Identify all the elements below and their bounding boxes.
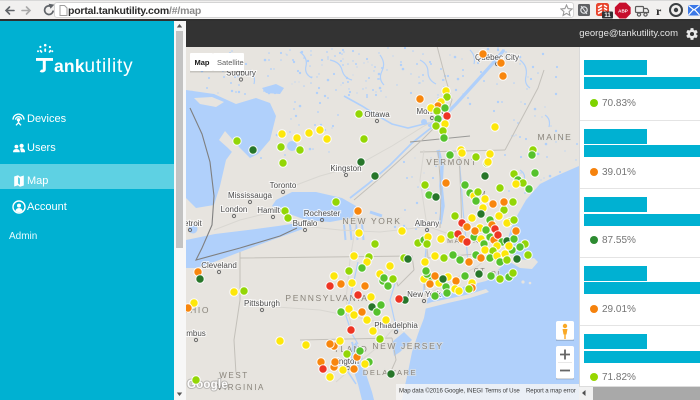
svg-text:Map data ©2016 Google, INEGI: Map data ©2016 Google, INEGI bbox=[399, 388, 483, 395]
svg-text:mbus: mbus bbox=[186, 329, 206, 338]
svg-text:Detroit: Detroit bbox=[186, 219, 203, 228]
svg-text:Report a map error: Report a map error bbox=[526, 388, 576, 395]
svg-text:11: 11 bbox=[604, 13, 611, 19]
svg-text:Map: Map bbox=[195, 58, 210, 67]
svg-text:Kingston: Kingston bbox=[330, 164, 361, 173]
svg-text:ABP: ABP bbox=[618, 9, 628, 14]
svg-text:London: London bbox=[221, 205, 248, 214]
svg-text:Albany: Albany bbox=[415, 219, 439, 228]
svg-text:Toronto: Toronto bbox=[270, 181, 297, 190]
svg-text:ank: ank bbox=[54, 56, 85, 76]
svg-text:Buffalo: Buffalo bbox=[293, 219, 318, 228]
svg-text:MAINE: MAINE bbox=[538, 132, 573, 142]
svg-text:NEW YORK: NEW YORK bbox=[343, 216, 402, 226]
svg-text:Ottawa: Ottawa bbox=[364, 110, 390, 119]
svg-text:utility: utility bbox=[85, 56, 134, 76]
svg-text:Philadelphia: Philadelphia bbox=[374, 321, 418, 330]
svg-text:Terms of Use: Terms of Use bbox=[485, 388, 520, 395]
svg-text:Satellite: Satellite bbox=[217, 58, 244, 67]
svg-text:VERMONT: VERMONT bbox=[426, 158, 477, 167]
svg-text:Pittsburgh: Pittsburgh bbox=[244, 299, 280, 308]
svg-text:Mississauga: Mississauga bbox=[228, 191, 273, 200]
svg-text:Rochester: Rochester bbox=[304, 209, 341, 218]
svg-text:Cleveland: Cleveland bbox=[201, 261, 237, 270]
svg-text:r: r bbox=[656, 4, 662, 18]
